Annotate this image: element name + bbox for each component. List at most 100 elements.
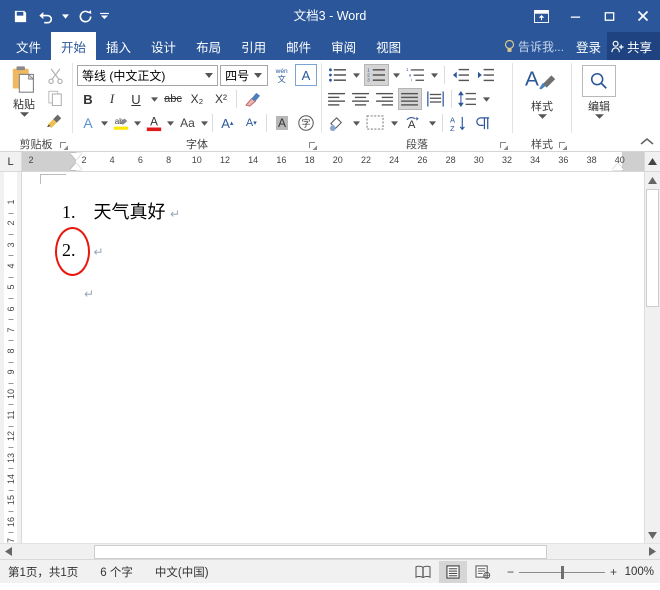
multilevel-list-button[interactable]: 1 a i — [404, 64, 427, 86]
change-case-button[interactable]: Aa — [177, 112, 199, 134]
distribute-button[interactable] — [424, 88, 447, 110]
bullets-dropdown-icon[interactable] — [351, 64, 362, 86]
borders-button[interactable] — [364, 112, 387, 134]
tab-home[interactable]: 开始 — [51, 32, 97, 60]
tab-view[interactable]: 视图 — [366, 32, 411, 60]
clipboard-dialog-launcher[interactable] — [59, 141, 69, 151]
numbering-dropdown-icon[interactable] — [391, 64, 402, 86]
font-color-button[interactable]: A — [143, 112, 165, 134]
tab-design[interactable]: 设计 — [141, 32, 186, 60]
format-painter-button[interactable] — [44, 110, 66, 130]
ruler-track[interactable]: 2 2 4 6 8 10 12 14 16 18 20 22 24 26 28 30 32 34 36 38 40 — [22, 152, 644, 171]
underline-dropdown-icon[interactable] — [149, 88, 160, 110]
copy-button[interactable] — [44, 88, 66, 108]
right-indent-marker[interactable] — [612, 163, 624, 170]
tab-stop-selector[interactable]: L — [0, 152, 22, 171]
scroll-down-arrow-icon[interactable] — [645, 527, 660, 543]
font-size-combo[interactable]: 四号 — [220, 64, 268, 86]
enclose-characters-button[interactable]: 字 — [295, 112, 317, 134]
bullets-button[interactable] — [326, 64, 349, 86]
text-effects-button[interactable]: A — [77, 112, 99, 134]
zoom-in-button[interactable]: + — [610, 565, 617, 579]
shading-dropdown-icon[interactable] — [351, 112, 362, 134]
tab-review[interactable]: 审阅 — [321, 32, 366, 60]
collapse-ribbon-button[interactable] — [640, 134, 654, 148]
save-icon[interactable] — [8, 4, 32, 28]
horizontal-scrollbar[interactable] — [0, 543, 660, 559]
zoom-out-button[interactable]: − — [507, 565, 514, 579]
vertical-scrollbar[interactable] — [644, 172, 660, 543]
zoom-control[interactable]: − + 100% — [499, 564, 654, 580]
find-icon[interactable] — [582, 65, 616, 97]
align-justify-button[interactable] — [398, 88, 422, 110]
paste-button[interactable]: 粘贴 — [4, 63, 44, 117]
hanging-indent-marker[interactable] — [70, 163, 82, 170]
highlight-dropdown-icon[interactable] — [134, 112, 142, 134]
align-center-button[interactable] — [350, 88, 372, 110]
asian-layout-dropdown-icon[interactable] — [427, 112, 438, 134]
undo-icon[interactable] — [34, 4, 58, 28]
text-effects-dropdown-icon[interactable] — [101, 112, 109, 134]
document-page[interactable]: 1. 天气真好 ↵ 2. ↵ ↵ — [22, 172, 644, 543]
zoom-slider-handle[interactable] — [560, 565, 564, 579]
shading-button[interactable] — [326, 112, 349, 134]
asian-layout-button[interactable]: A — [402, 112, 425, 134]
align-right-button[interactable] — [374, 88, 396, 110]
page-info[interactable]: 第1页，共1页 — [8, 564, 88, 580]
line-spacing-button[interactable] — [456, 88, 479, 110]
superscript-button[interactable]: X² — [210, 88, 232, 110]
change-case-dropdown-icon[interactable] — [200, 112, 208, 134]
character-shading-button[interactable]: A — [271, 112, 293, 134]
horizontal-scroll-track[interactable] — [16, 544, 644, 560]
horizontal-scroll-thumb[interactable] — [94, 544, 547, 559]
increase-indent-button[interactable] — [474, 64, 497, 86]
styles-dialog-launcher[interactable] — [558, 141, 568, 151]
clear-formatting-button[interactable] — [241, 88, 264, 110]
font-color-dropdown-icon[interactable] — [167, 112, 175, 134]
bold-button[interactable]: B — [77, 88, 99, 110]
shrink-font-button[interactable]: A ▾ — [240, 112, 262, 134]
horizontal-ruler[interactable]: L 2 2 4 6 8 10 12 14 16 18 20 22 24 26 28 30 32 34 36 38 40 — [0, 152, 660, 172]
character-border-button[interactable]: A — [295, 64, 317, 86]
tab-file[interactable]: 文件 — [6, 32, 52, 60]
multilevel-dropdown-icon[interactable] — [429, 64, 440, 86]
tell-me-box[interactable]: 告诉我... — [498, 38, 570, 55]
web-layout-button[interactable] — [469, 561, 497, 583]
chevron-down-icon[interactable] — [252, 72, 265, 78]
borders-dropdown-icon[interactable] — [389, 112, 400, 134]
vertical-scroll-thumb[interactable] — [646, 189, 659, 307]
scroll-up-arrow-icon[interactable] — [645, 172, 660, 188]
font-dialog-launcher[interactable] — [308, 141, 318, 151]
redo-icon[interactable] — [73, 4, 97, 28]
cut-button[interactable] — [44, 66, 66, 86]
first-line-indent-marker[interactable] — [70, 153, 82, 160]
zoom-slider[interactable] — [518, 564, 605, 580]
share-button[interactable]: 共享 — [606, 32, 660, 60]
tab-insert[interactable]: 插入 — [96, 32, 141, 60]
tab-references[interactable]: 引用 — [231, 32, 276, 60]
vertical-ruler[interactable]: 1 2 3 4 5 6 7 8 9 10 11 12 13 14 15 16 17 — [0, 172, 22, 543]
line-spacing-dropdown-icon[interactable] — [481, 88, 492, 110]
grow-font-button[interactable]: A ▴ — [216, 112, 238, 134]
align-left-button[interactable] — [326, 88, 348, 110]
paragraph-dialog-launcher[interactable] — [499, 141, 509, 151]
undo-dropdown-icon[interactable] — [60, 4, 71, 28]
editing-button[interactable]: 编辑 — [576, 63, 622, 119]
language-indicator[interactable]: 中文(中国) — [155, 564, 219, 580]
italic-button[interactable]: I — [101, 88, 123, 110]
scroll-right-arrow-icon[interactable] — [644, 544, 660, 560]
sort-button[interactable]: A Z — [447, 112, 470, 134]
numbering-button[interactable]: 1 2 3 — [364, 64, 389, 86]
underline-button[interactable]: U — [125, 88, 147, 110]
word-count[interactable]: 6 个字 — [100, 564, 143, 580]
tab-mailings[interactable]: 邮件 — [276, 32, 321, 60]
customize-qat-icon[interactable] — [99, 4, 110, 28]
document-area[interactable]: 1. 天气真好 ↵ 2. ↵ ↵ — [22, 172, 644, 543]
chevron-down-icon[interactable] — [202, 72, 215, 78]
maximize-icon[interactable] — [592, 0, 626, 32]
phonetic-guide-button[interactable]: wén 文 — [270, 64, 293, 86]
scroll-up-button[interactable] — [644, 152, 660, 171]
tab-layout[interactable]: 布局 — [186, 32, 231, 60]
read-mode-button[interactable] — [409, 561, 437, 583]
styles-button[interactable]: A 样式 — [517, 63, 567, 119]
